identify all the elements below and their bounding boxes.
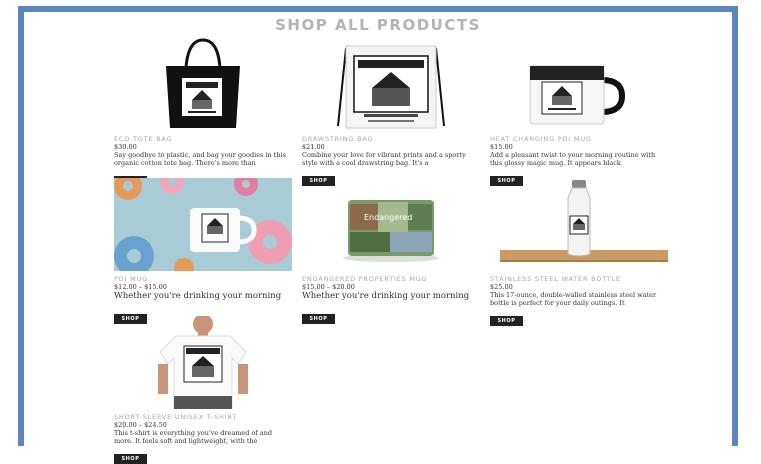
tote-bag-image[interactable] [114, 38, 292, 131]
product-name[interactable]: ECO TOTE BAG [114, 135, 292, 143]
product-card[interactable]: Endangered ENDANGERED PROPERTIES MUG $15… [302, 178, 480, 324]
magic-mug-image[interactable] [490, 38, 668, 131]
properties-mug-image[interactable]: Endangered [302, 178, 480, 271]
product-description: Add a pleasant twist to your morning rou… [490, 151, 656, 167]
shop-button[interactable]: SHOP [490, 316, 523, 326]
product-card[interactable]: ECO TOTE BAG $30.00 Say goodbye to plast… [114, 38, 292, 186]
product-name[interactable]: ENDANGERED PROPERTIES MUG [302, 275, 480, 283]
page-title: SHOP ALL PRODUCTS [275, 16, 481, 34]
product-name[interactable]: SHORT-SLEEVE UNISEX T-SHIRT [114, 413, 292, 421]
product-name[interactable]: HEAT CHANGING PDI MUG [490, 135, 668, 143]
product-name[interactable]: PDI MUG [114, 275, 292, 283]
product-card[interactable]: PDI MUG $12.00 – $15.00 Whether you're d… [114, 178, 292, 324]
product-name[interactable]: DRAWSTRING BAG [302, 135, 480, 143]
water-bottle-image[interactable] [490, 178, 668, 271]
product-card[interactable]: STAINLESS STEEL WATER BOTTLE $25.00 This… [490, 178, 668, 326]
product-description: Combine your love for vibrant prints and… [302, 151, 466, 167]
product-card[interactable]: DRAWSTRING BAG $21.00 Combine your love … [302, 38, 480, 186]
donut-mug-image[interactable] [114, 178, 292, 271]
product-price: $15.00 – $20.00 [302, 283, 355, 291]
drawstring-bag-image[interactable] [302, 38, 480, 131]
mug-art-text: Endangered [364, 213, 412, 222]
product-description: Whether you're drinking your morning [114, 291, 282, 301]
product-card[interactable]: SHORT-SLEEVE UNISEX T-SHIRT $20.00 – $24… [114, 316, 292, 464]
product-description: This t-shirt is everything you've dreame… [114, 429, 273, 445]
product-price: $20.00 – $24.50 [114, 421, 167, 429]
product-description: Whether you're drinking your morning [302, 291, 470, 301]
product-name[interactable]: STAINLESS STEEL WATER BOTTLE [490, 275, 668, 283]
product-price: $30.00 [114, 143, 137, 151]
product-card[interactable]: HEAT CHANGING PDI MUG $15.00 Add a pleas… [490, 38, 668, 186]
shop-button[interactable]: SHOP [302, 314, 335, 324]
tshirt-image[interactable] [114, 316, 292, 409]
product-price: $15.00 [490, 143, 513, 151]
shop-button[interactable]: SHOP [114, 454, 147, 464]
page-frame: SHOP ALL PRODUCTS ECO TOTE BAG $30.00 Sa… [18, 6, 738, 464]
product-price: $25.00 [490, 283, 513, 291]
product-price: $21.00 [302, 143, 325, 151]
product-price: $12.00 – $15.00 [114, 283, 167, 291]
product-description: Say goodbye to plastic, and bag your goo… [114, 151, 286, 167]
product-description: This 17-ounce, double-walled stainless s… [490, 291, 657, 307]
